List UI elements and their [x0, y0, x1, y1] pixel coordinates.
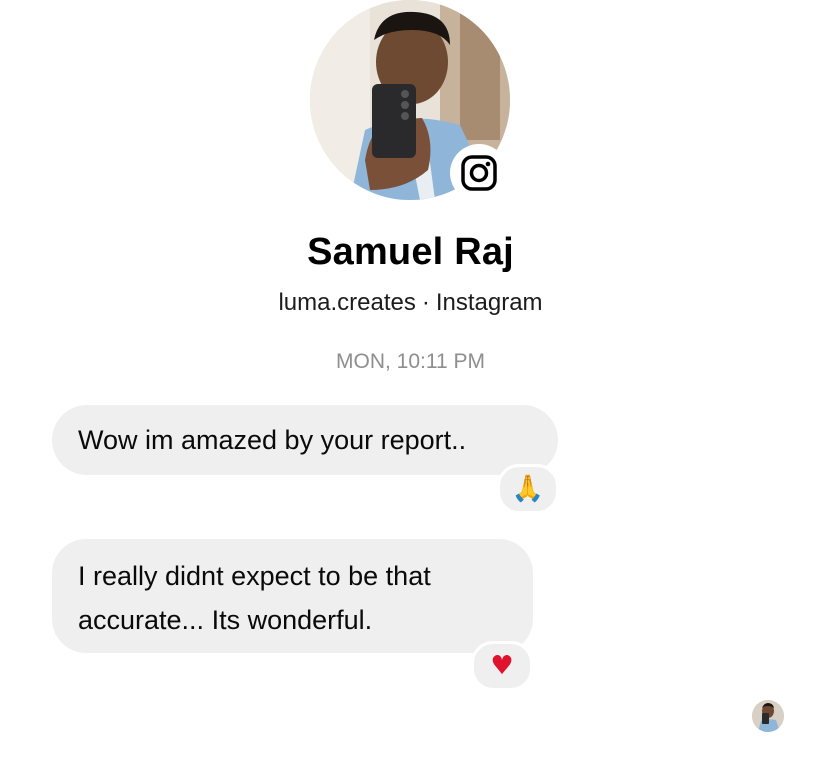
- subtitle-separator: ·: [421, 289, 430, 316]
- message-text-line: accurate... Its wonderful.: [78, 605, 373, 635]
- message-bubble[interactable]: I really didnt expect to be that accurat…: [52, 539, 533, 653]
- instagram-badge: [450, 144, 508, 202]
- profile-username[interactable]: luma.creates: [278, 289, 415, 316]
- red-heart-emoji-icon[interactable]: ♥: [471, 641, 533, 691]
- profile-platform: Instagram: [435, 289, 543, 316]
- message-bubble[interactable]: Wow im amazed by your report..: [52, 405, 558, 475]
- seen-avatar-icon: [752, 700, 784, 732]
- profile-subtitle: luma.creates · Instagram: [0, 287, 821, 319]
- profile-name: Samuel Raj: [307, 231, 514, 273]
- message-text-line: Wow im amazed by your report..: [78, 425, 467, 455]
- message-timestamp: MON, 10:11 PM: [336, 350, 485, 373]
- instagram-icon: [459, 153, 499, 193]
- folded-hands-emoji-icon[interactable]: 🙏: [497, 464, 559, 514]
- message-text-line: I really didnt expect to be that: [78, 561, 431, 591]
